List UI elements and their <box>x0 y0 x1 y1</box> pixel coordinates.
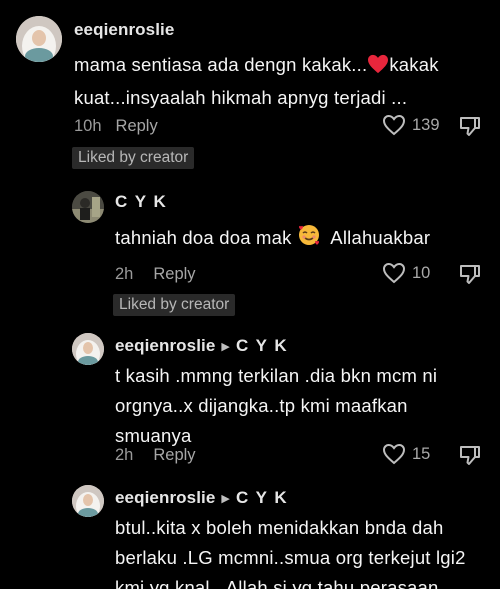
like-count: 10 <box>412 263 431 282</box>
smiling-face-with-hearts-emoji <box>297 223 321 256</box>
red-heart-emoji <box>367 53 389 83</box>
thumbs-down-icon[interactable] <box>458 262 482 286</box>
avatar[interactable] <box>72 191 104 223</box>
comment-time: 2h <box>115 446 134 464</box>
comment-text: btul..kita x boleh menidakkan bnda dah b… <box>115 517 466 589</box>
comment-username[interactable]: C Y K <box>115 192 167 212</box>
comment-text: mama sentiasa ada dengn kakak... kakak ku… <box>74 53 439 108</box>
comment-item: eeqienroslie ▶ C Y K t kasih .mmng terkila… <box>0 325 500 475</box>
like-button[interactable]: 139 <box>382 114 440 136</box>
reply-button[interactable]: Reply <box>153 446 195 464</box>
reply-button[interactable]: Reply <box>116 117 158 135</box>
like-button[interactable]: 10 <box>382 262 430 284</box>
avatar[interactable] <box>72 485 104 517</box>
like-count: 15 <box>412 444 431 463</box>
heart-outline-icon <box>382 114 406 136</box>
comment-text: tahniah doa doa mak Allahuakbar <box>115 223 485 256</box>
comment-time: 2h <box>115 265 134 283</box>
avatar[interactable] <box>72 333 104 365</box>
comment-time: 10h <box>74 117 102 135</box>
reply-button[interactable]: Reply <box>153 265 195 283</box>
triangle-right-icon: ▶ <box>221 493 230 505</box>
liked-by-creator-badge: Liked by creator <box>113 294 236 316</box>
heart-outline-icon <box>382 443 406 465</box>
reply-to-username[interactable]: C Y K <box>236 336 288 355</box>
comment-username[interactable]: eeqienroslie ▶ C Y K <box>115 336 288 356</box>
thumbs-down-icon[interactable] <box>458 114 482 138</box>
comment-meta: 2h Reply <box>115 265 196 284</box>
heart-outline-icon <box>382 262 406 284</box>
comment-item: C Y K tahniah doa doa mak Allahuakbar 2h… <box>0 175 500 325</box>
comment-username[interactable]: eeqienroslie <box>74 20 174 40</box>
comments-list: eeqienroslie mama sentiasa ada dengn kak… <box>0 0 500 589</box>
reply-to-username[interactable]: C Y K <box>236 488 288 507</box>
triangle-right-icon: ▶ <box>221 341 230 353</box>
like-count: 139 <box>412 115 440 134</box>
comment-meta: 2h Reply <box>115 446 196 465</box>
comment-item: eeqienroslie ▶ C Y K btul..kita x boleh me… <box>0 475 500 589</box>
like-button[interactable]: 15 <box>382 443 430 465</box>
comment-meta: 10h Reply <box>74 117 158 136</box>
comment-username[interactable]: eeqienroslie ▶ C Y K <box>115 488 288 508</box>
avatar[interactable] <box>16 16 62 62</box>
liked-by-creator-badge: Liked by creator <box>72 147 195 169</box>
comment-text: t kasih .mmng terkilan .dia bkn mcm ni o… <box>115 365 438 446</box>
thumbs-down-icon[interactable] <box>458 443 482 467</box>
comment-item: eeqienroslie mama sentiasa ada dengn kak… <box>0 0 500 175</box>
